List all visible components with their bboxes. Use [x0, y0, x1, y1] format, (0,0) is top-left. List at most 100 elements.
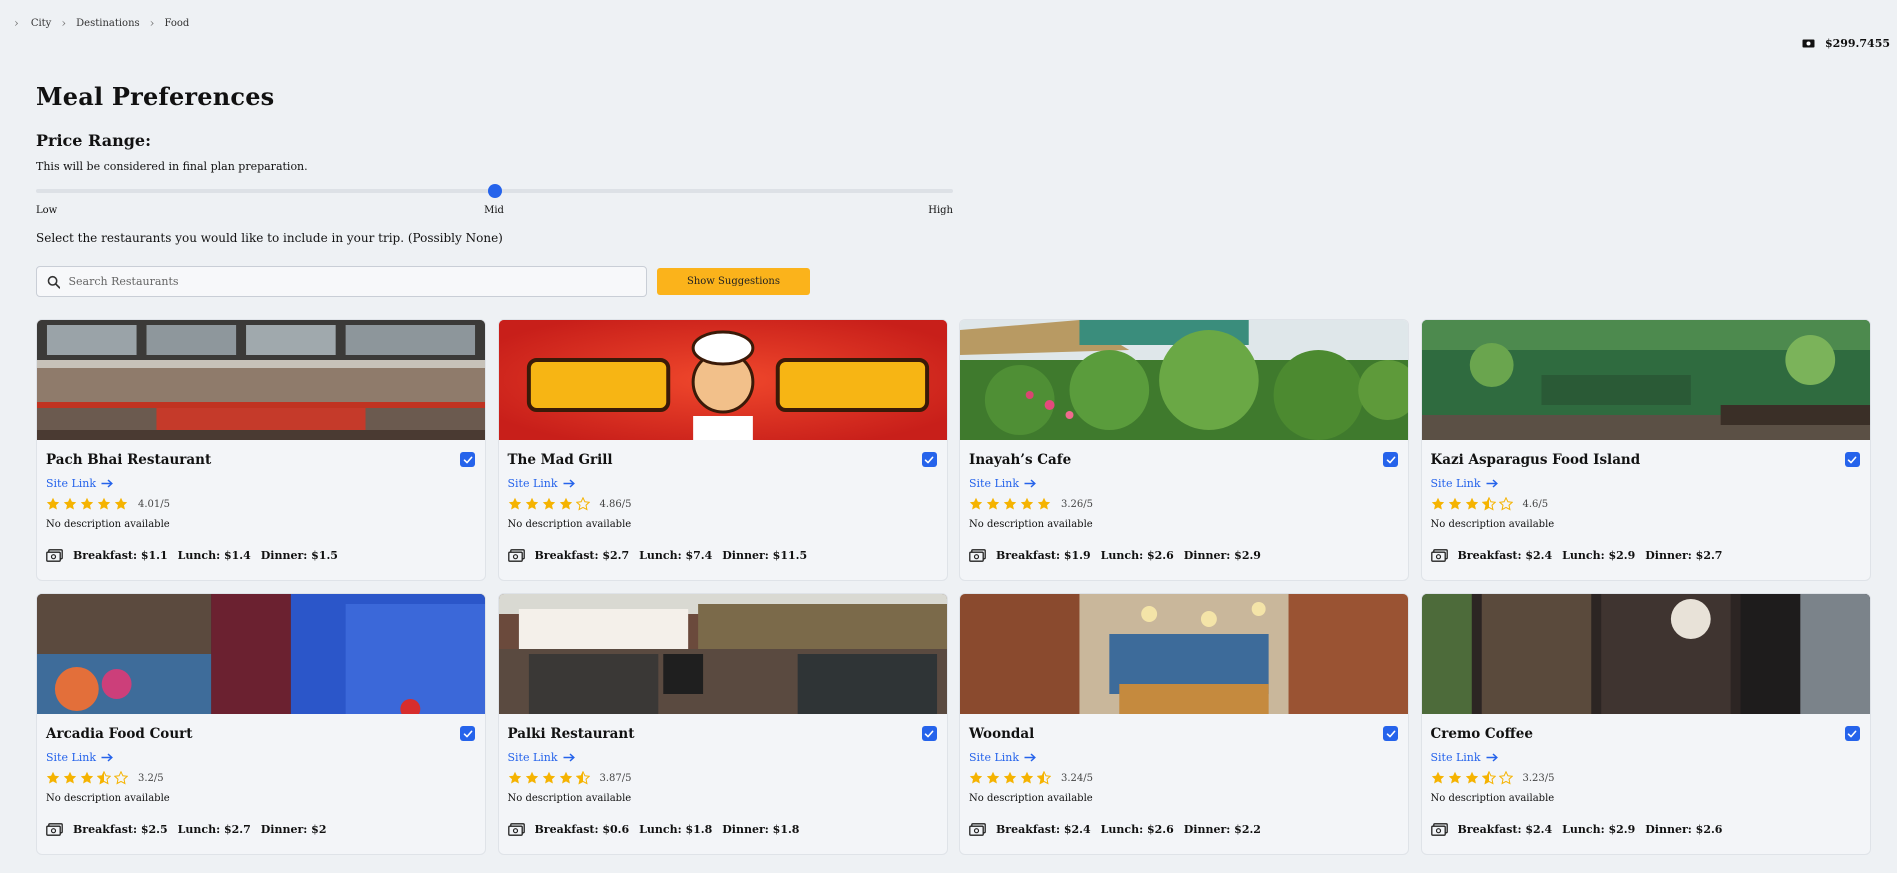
site-link[interactable]: Site Link	[46, 477, 476, 490]
select-checkbox[interactable]	[1383, 452, 1398, 467]
restaurant-name: Cremo Coffee	[1430, 726, 1533, 742]
rating-value: 3.24/5	[1061, 772, 1093, 784]
slider-thumb[interactable]	[487, 184, 502, 198]
slider-label-high: High	[928, 205, 953, 216]
restaurant-card[interactable]: The Mad Grill Site Link 4.86/5 No descri…	[497, 319, 948, 581]
restaurant-name: Pach Bhai Restaurant	[46, 452, 212, 468]
checkmark-icon	[924, 456, 934, 463]
restaurant-image	[498, 320, 947, 440]
cash-icon	[507, 549, 525, 562]
restaurant-name: Kazi Asparagus Food Island	[1430, 452, 1641, 468]
search-input[interactable]	[68, 275, 636, 288]
star-full-icon	[1003, 497, 1017, 510]
cash-icon	[969, 823, 986, 836]
select-checkbox[interactable]	[460, 452, 475, 467]
page-title: Meal Preferences	[36, 82, 275, 111]
select-checkbox[interactable]	[1844, 452, 1860, 467]
site-link[interactable]: Site Link	[46, 751, 476, 764]
breakfast-price: Breakfast: $2.5	[73, 823, 168, 836]
dinner-price: Dinner: $2	[260, 823, 327, 836]
star-full-icon	[1465, 771, 1478, 784]
dinner-price: Dinner: $11.5	[722, 549, 808, 562]
restaurant-card[interactable]: Pach Bhai Restaurant Site Link 4.01/5 No…	[36, 319, 486, 581]
breakfast-price: Breakfast: $2.4	[1457, 549, 1553, 562]
meal-prices: Breakfast: $2.4 Lunch: $2.9 Dinner: $2.7	[1430, 549, 1861, 562]
select-checkbox[interactable]	[1383, 726, 1398, 741]
breakfast-price: Breakfast: $0.6	[534, 823, 630, 836]
star-full-icon	[969, 497, 983, 510]
site-link[interactable]: Site Link	[508, 751, 938, 764]
site-link[interactable]: Site Link	[969, 477, 1399, 490]
site-link-label: Site Link	[1430, 477, 1481, 490]
site-link-label: Site Link	[969, 751, 1020, 764]
cash-icon	[507, 823, 525, 836]
star-full-icon	[559, 497, 572, 510]
rating-row: 4.6/5	[1431, 497, 1861, 511]
cash-icon	[1430, 823, 1448, 836]
select-checkbox[interactable]	[921, 726, 937, 741]
arrow-right-icon	[101, 753, 113, 762]
star-rating	[46, 771, 128, 785]
rating-row: 3.2/5	[46, 771, 476, 785]
restaurant-image	[37, 320, 485, 440]
slider-label-mid: Mid	[484, 205, 504, 216]
rating-value: 4.6/5	[1522, 498, 1549, 510]
meal-prices: Breakfast: $1.9 Lunch: $2.6 Dinner: $2.9	[969, 549, 1399, 562]
star-rating	[969, 497, 1051, 511]
site-link[interactable]: Site Link	[1431, 477, 1861, 490]
star-full-icon	[97, 497, 111, 510]
search-row: Show Suggestions	[36, 266, 1876, 297]
card-body: Inayah’s Cafe Site Link 3.26/5 No descri…	[960, 440, 1408, 562]
show-suggestions-button[interactable]: Show Suggestions	[657, 268, 810, 295]
restaurant-card[interactable]: Inayah’s Cafe Site Link 3.26/5 No descri…	[959, 319, 1409, 581]
restaurant-name: Arcadia Food Court	[46, 726, 193, 742]
site-link-label: Site Link	[507, 477, 558, 490]
restaurant-card[interactable]: Woondal Site Link 3.24/5 No description …	[959, 593, 1409, 855]
site-link[interactable]: Site Link	[1431, 751, 1861, 764]
select-checkbox[interactable]	[1844, 726, 1860, 741]
price-range-title: Price Range:	[36, 131, 151, 150]
card-body: The Mad Grill Site Link 4.86/5 No descri…	[499, 440, 947, 562]
restaurant-name: Palki Restaurant	[507, 726, 635, 742]
rating-value: 4.86/5	[599, 498, 632, 510]
star-rating	[1431, 497, 1513, 511]
dinner-price: Dinner: $2.2	[1183, 823, 1261, 836]
select-checkbox[interactable]	[460, 726, 475, 741]
lunch-price: Lunch: $2.6	[1100, 823, 1174, 836]
star-full-icon	[508, 497, 521, 510]
breadcrumb-destinations[interactable]: Destinations	[76, 18, 140, 29]
star-half-icon	[97, 771, 111, 785]
breakfast-price: Breakfast: $2.7	[534, 549, 630, 562]
restaurant-card[interactable]: Palki Restaurant Site Link 3.87/5 No des…	[497, 593, 948, 855]
breadcrumb-city[interactable]: City	[31, 18, 52, 29]
meal-prices: Breakfast: $2.5 Lunch: $2.7 Dinner: $2	[46, 823, 476, 836]
star-full-icon	[1020, 497, 1034, 510]
restaurant-card[interactable]: Kazi Asparagus Food Island Site Link 4.6…	[1420, 319, 1871, 581]
search-box[interactable]	[36, 266, 647, 297]
search-icon	[47, 275, 61, 289]
star-full-icon	[80, 497, 94, 510]
restaurant-card[interactable]: Cremo Coffee Site Link 3.23/5 No descrip…	[1420, 593, 1871, 855]
star-full-icon	[1448, 497, 1461, 510]
restaurant-description: No description available	[46, 793, 170, 804]
site-link-label: Site Link	[46, 751, 97, 764]
site-link[interactable]: Site Link	[508, 477, 938, 490]
rating-row: 4.86/5	[508, 497, 938, 511]
cash-icon	[1430, 549, 1448, 562]
star-full-icon	[525, 497, 538, 510]
site-link[interactable]: Site Link	[969, 751, 1399, 764]
restaurant-description: No description available	[46, 519, 170, 530]
restaurant-card[interactable]: Arcadia Food Court Site Link 3.2/5 No de…	[36, 593, 486, 855]
card-body: Palki Restaurant Site Link 3.87/5 No des…	[499, 714, 947, 836]
dinner-price: Dinner: $2.6	[1645, 823, 1723, 836]
arrow-right-icon	[563, 479, 575, 488]
select-checkbox[interactable]	[921, 452, 937, 467]
price-range-slider[interactable]	[36, 183, 953, 199]
arrow-right-icon	[101, 479, 113, 488]
breakfast-price: Breakfast: $1.9	[996, 549, 1091, 562]
star-full-icon	[1448, 771, 1461, 784]
star-rating	[46, 497, 128, 511]
dinner-price: Dinner: $2.9	[1183, 549, 1261, 562]
rating-row: 3.26/5	[969, 497, 1399, 511]
card-body: Arcadia Food Court Site Link 3.2/5 No de…	[37, 714, 485, 836]
